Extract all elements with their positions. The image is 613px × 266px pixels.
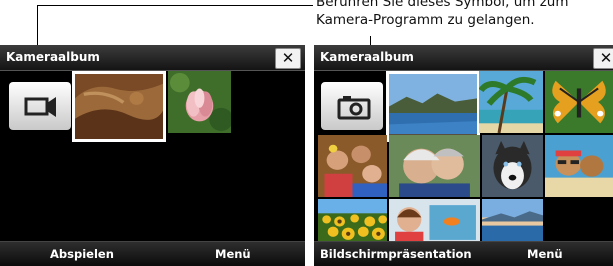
right-thumb-sunflower-field[interactable] <box>318 199 387 244</box>
callout-text: Berühren Sie dieses Symbol, um zum Kamer… <box>316 0 613 29</box>
right-title-bar: Kameraalbum ✕ <box>314 45 613 71</box>
right-softkey-menu[interactable]: Menü <box>527 247 563 261</box>
right-thumb-lake-mountains[interactable] <box>386 71 480 142</box>
left-softkey-bar: Abspielen Menü <box>0 241 305 266</box>
photo-camera-icon <box>337 96 371 120</box>
callout-line-horizontal <box>37 5 313 6</box>
video-camera-icon <box>24 97 56 117</box>
left-softkey-play[interactable]: Abspielen <box>50 247 114 261</box>
callout-line-1: Berühren Sie dieses Symbol, um zum <box>316 0 569 10</box>
callout-line-2: Kamera-Programm zu gelangen. <box>316 12 535 28</box>
right-thumb-butterfly[interactable] <box>545 71 613 133</box>
right-thumb-child-with-aquarium[interactable] <box>389 199 480 244</box>
left-thumb-lotus-flower[interactable] <box>168 71 231 133</box>
right-title: Kameraalbum <box>320 50 414 64</box>
right-softkey-slideshow[interactable]: Bildschirmpräsentation <box>320 247 472 261</box>
right-close-button[interactable]: ✕ <box>593 48 613 69</box>
right-thumb-beach-couple[interactable] <box>545 135 613 197</box>
right-thumb-family-party[interactable] <box>318 135 387 197</box>
left-title-bar: Kameraalbum ✕ <box>0 45 305 71</box>
right-thumb-sunset-coast[interactable] <box>482 199 543 244</box>
right-thumb-husky-dog[interactable] <box>482 135 543 197</box>
left-camera-button[interactable] <box>9 82 71 130</box>
left-softkey-menu[interactable]: Menü <box>215 247 251 261</box>
right-softkey-bar: Bildschirmpräsentation Menü <box>314 241 613 266</box>
right-thumb-palm-beach[interactable] <box>479 71 543 133</box>
left-title: Kameraalbum <box>6 50 100 64</box>
left-screen: Kameraalbum ✕ Abspielen Menü <box>0 45 305 266</box>
right-screen: Kameraalbum ✕ Bildschirmpräsentation Men… <box>314 45 613 266</box>
right-camera-button[interactable] <box>321 82 383 130</box>
left-close-button[interactable]: ✕ <box>275 48 301 69</box>
left-thumb-rock-landscape[interactable] <box>72 71 166 142</box>
right-thumb-elderly-couple[interactable] <box>389 135 480 197</box>
